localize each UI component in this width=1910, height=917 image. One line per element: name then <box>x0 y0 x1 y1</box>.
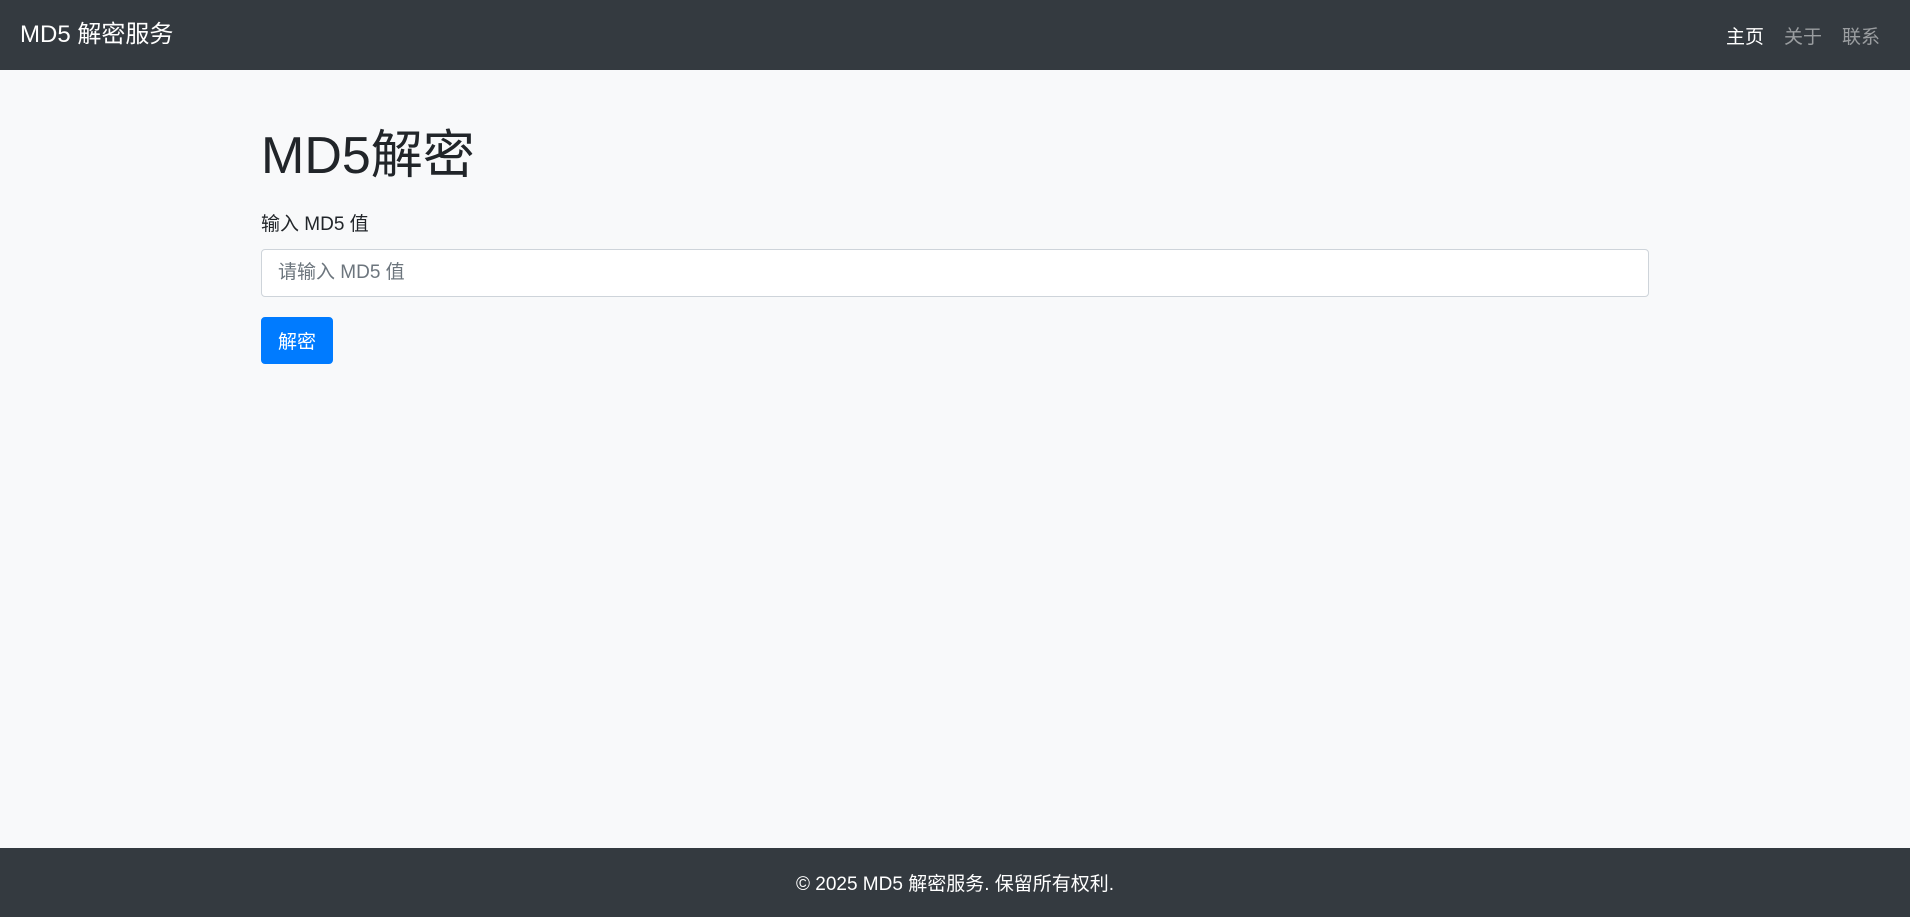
nav-link-home[interactable]: 主页 <box>1726 22 1764 49</box>
main-content: MD5解密 输入 MD5 值 解密 <box>261 70 1649 364</box>
nav-link-about[interactable]: 关于 <box>1784 22 1822 49</box>
navbar: MD5 解密服务 主页 关于 联系 <box>0 0 1910 70</box>
md5-input-label: 输入 MD5 值 <box>261 214 369 236</box>
nav-links: 主页 关于 联系 <box>1706 22 1890 49</box>
page: MD5 解密服务 主页 关于 联系 MD5解密 输入 MD5 值 解密 © 20… <box>0 0 1910 917</box>
page-title: MD5解密 <box>261 127 475 185</box>
navbar-brand[interactable]: MD5 解密服务 <box>20 23 173 47</box>
md5-input[interactable] <box>261 248 1649 297</box>
footer-copyright: © 2025 MD5 解密服务. 保留所有权利. <box>795 874 1115 895</box>
footer: © 2025 MD5 解密服务. 保留所有权利. <box>0 848 1910 917</box>
decrypt-button[interactable]: 解密 <box>261 316 334 364</box>
nav-link-contact[interactable]: 联系 <box>1842 22 1880 49</box>
